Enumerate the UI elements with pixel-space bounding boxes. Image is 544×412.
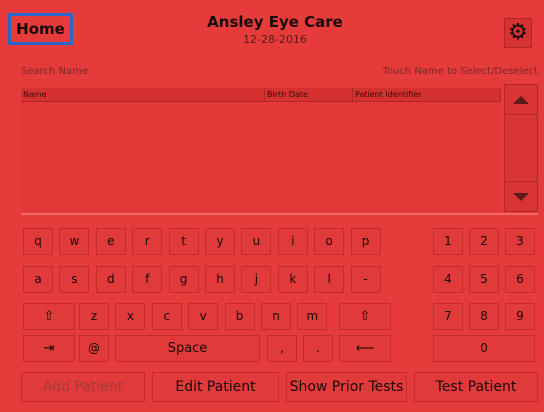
key-z[interactable]: z (79, 303, 109, 330)
scroll-down-button[interactable] (505, 181, 537, 211)
key-g[interactable]: g (168, 266, 199, 293)
divider (21, 213, 538, 215)
key-y[interactable]: y (205, 228, 235, 255)
key-v[interactable]: v (188, 303, 219, 330)
numpad-6[interactable]: 6 (505, 266, 535, 293)
space-key[interactable]: Space (115, 335, 260, 362)
key-q[interactable]: q (23, 228, 53, 255)
patient-table[interactable]: Name Birth Date Patient Identifier (21, 88, 501, 212)
settings-button[interactable]: ⚙ (504, 18, 532, 48)
column-header-birth-date[interactable]: Birth Date (265, 88, 353, 101)
key-w[interactable]: w (59, 228, 90, 255)
numpad-3[interactable]: 3 (505, 228, 535, 255)
key-f[interactable]: f (132, 266, 163, 293)
numpad-4[interactable]: 4 (433, 266, 463, 293)
arrow-up-icon (513, 95, 529, 104)
key-at[interactable]: @ (79, 335, 109, 362)
numpad-7[interactable]: 7 (433, 303, 463, 330)
key-e[interactable]: e (95, 228, 126, 255)
page-title: Ansley Eye Care (207, 13, 343, 31)
key-x[interactable]: x (115, 303, 146, 330)
numpad-2[interactable]: 2 (469, 228, 499, 255)
key-period[interactable]: . (303, 335, 333, 362)
tab-key[interactable]: ⇥ (23, 335, 75, 362)
key-comma[interactable]: , (267, 335, 297, 362)
current-date: 12-28-2016 (243, 33, 307, 46)
key-k[interactable]: k (277, 266, 308, 293)
key-s[interactable]: s (59, 266, 90, 293)
key-l[interactable]: l (314, 266, 345, 293)
test-patient-button[interactable]: Test Patient (414, 372, 538, 402)
key-hyphen[interactable]: - (350, 266, 381, 293)
numpad-1[interactable]: 1 (433, 228, 463, 255)
table-scrollbar[interactable] (504, 84, 538, 212)
key-o[interactable]: o (314, 228, 345, 255)
edit-patient-button[interactable]: Edit Patient (152, 372, 279, 402)
home-button[interactable]: Home (8, 13, 73, 45)
shift-right-key[interactable]: ⇧ (339, 303, 391, 330)
key-j[interactable]: j (241, 266, 272, 293)
key-b[interactable]: b (224, 303, 255, 330)
scroll-up-button[interactable] (505, 85, 537, 115)
key-h[interactable]: h (205, 266, 235, 293)
backspace-key[interactable]: ⟵ (339, 335, 391, 362)
touch-hint: Touch Name to Select/Deselect (382, 66, 538, 77)
add-patient-button[interactable]: Add Patient (21, 372, 145, 402)
shift-left-key[interactable]: ⇧ (23, 303, 75, 330)
arrow-down-icon (513, 192, 529, 201)
column-header-name[interactable]: Name (21, 88, 265, 101)
key-m[interactable]: m (297, 303, 328, 330)
key-d[interactable]: d (95, 266, 126, 293)
key-n[interactable]: n (261, 303, 291, 330)
search-name-label: Search Name (21, 66, 89, 77)
key-t[interactable]: t (168, 228, 199, 255)
table-header: Name Birth Date Patient Identifier (21, 88, 501, 102)
key-u[interactable]: u (241, 228, 272, 255)
gear-icon: ⚙ (508, 20, 528, 45)
numpad-0[interactable]: 0 (433, 335, 535, 362)
numpad-9[interactable]: 9 (505, 303, 535, 330)
numpad-5[interactable]: 5 (469, 266, 499, 293)
key-a[interactable]: a (23, 266, 53, 293)
key-p[interactable]: p (350, 228, 381, 255)
show-prior-tests-button[interactable]: Show Prior Tests (286, 372, 407, 402)
key-r[interactable]: r (132, 228, 163, 255)
key-c[interactable]: c (151, 303, 182, 330)
column-header-patient-identifier[interactable]: Patient Identifier (353, 88, 501, 101)
key-i[interactable]: i (277, 228, 308, 255)
numpad-8[interactable]: 8 (469, 303, 499, 330)
